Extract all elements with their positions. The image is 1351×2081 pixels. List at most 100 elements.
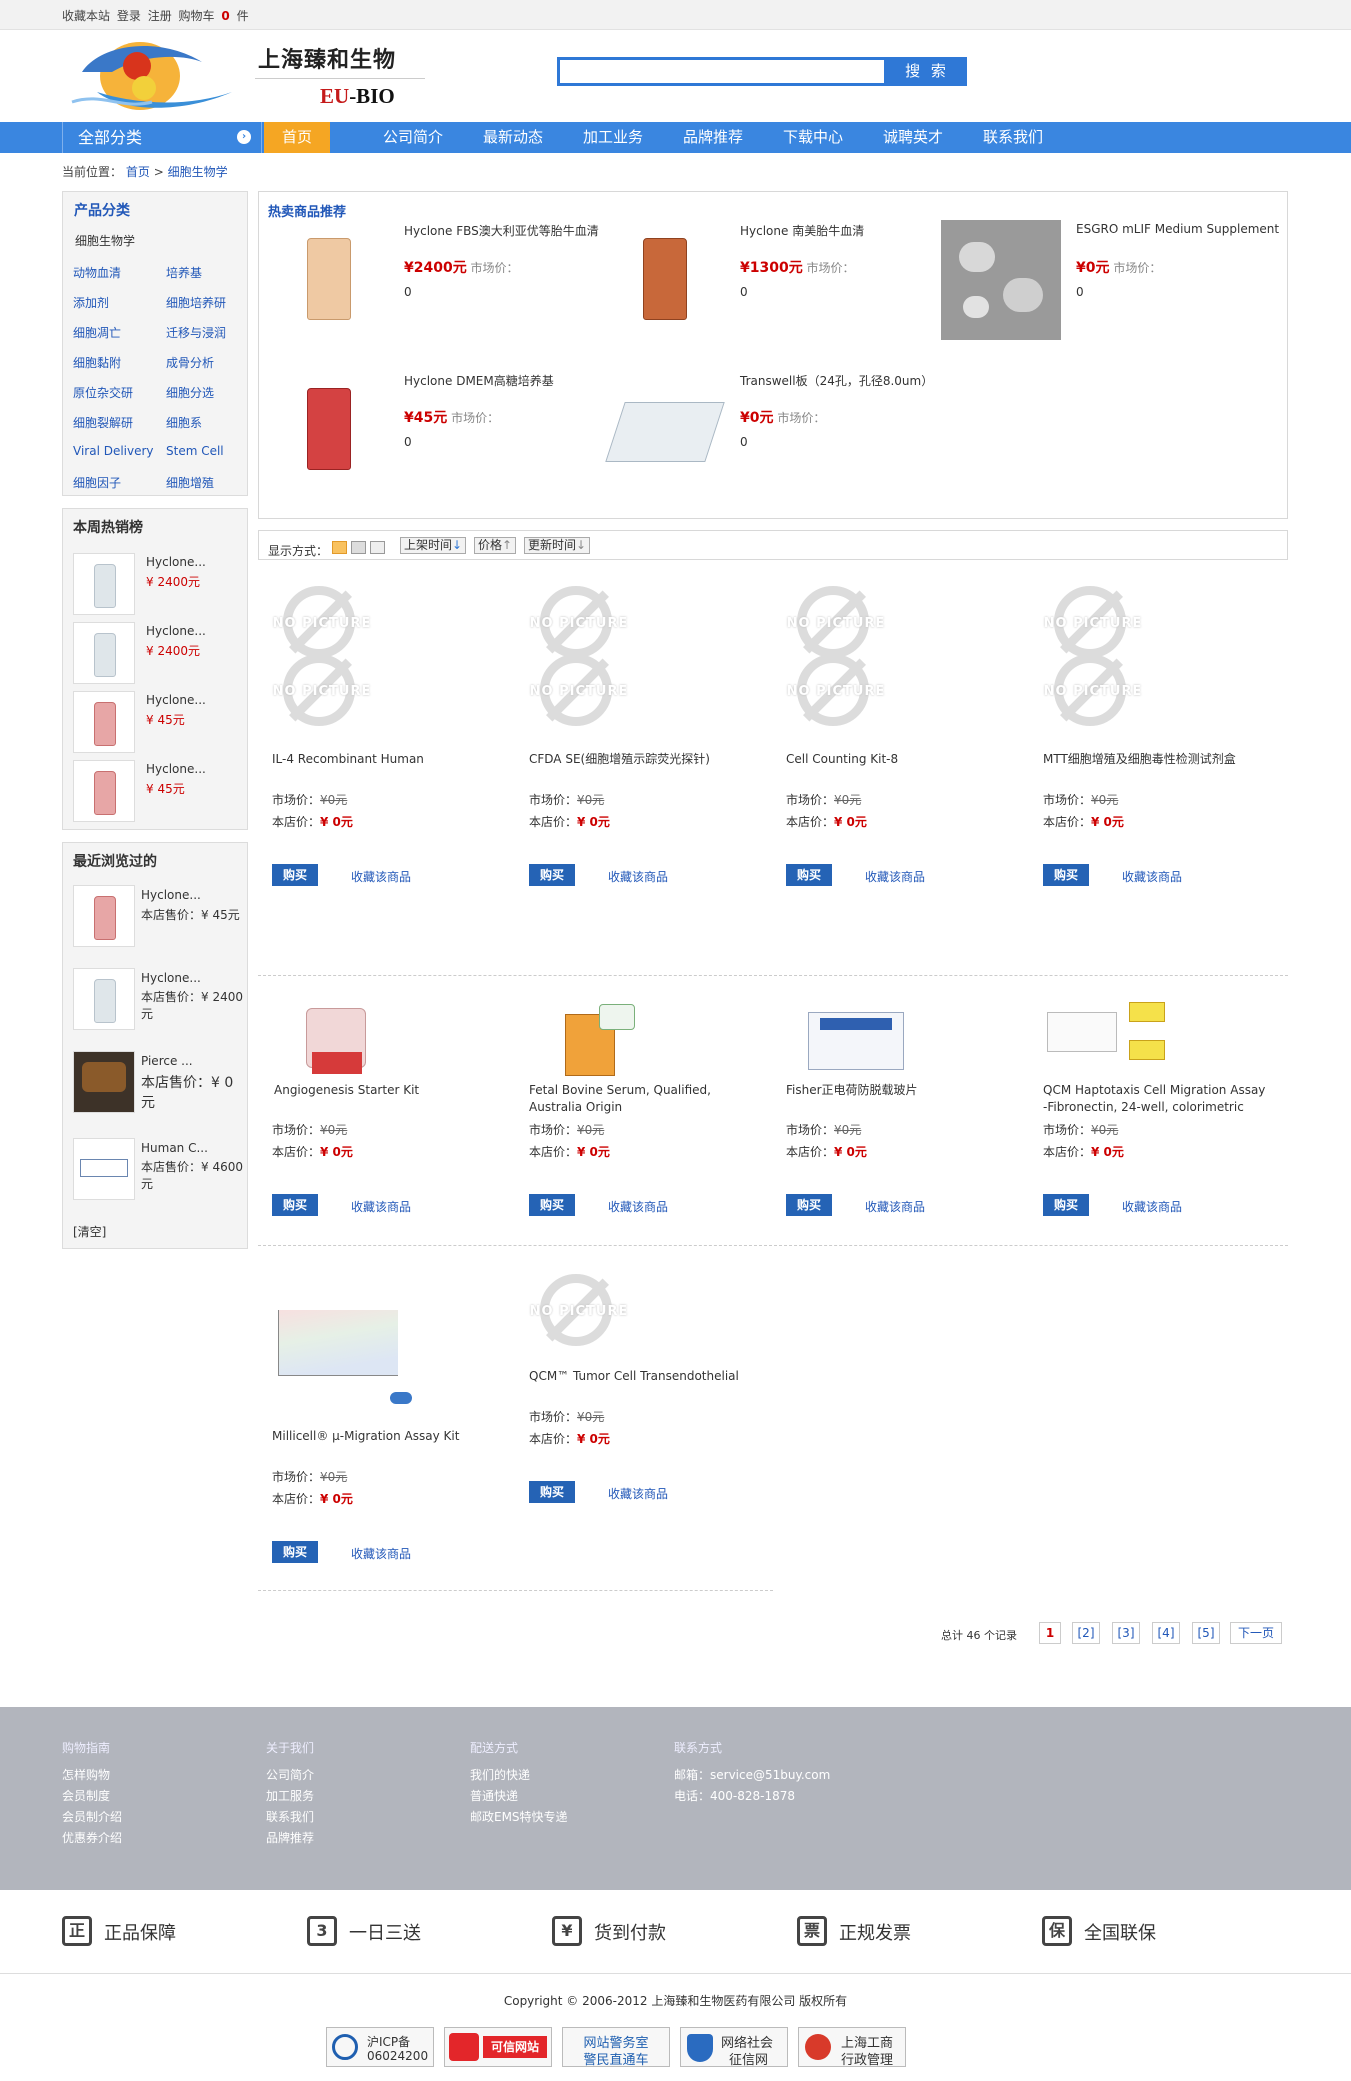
featured-name[interactable]: Hyclone DMEM高糖培养基 [404,372,554,389]
featured-thumb[interactable] [273,224,383,334]
product-name[interactable]: Fisher正电荷防脱载玻片 [786,1082,1001,1099]
category-link[interactable]: 细胞增殖 [166,474,214,491]
login-link[interactable]: 登录 [117,9,141,23]
featured-name[interactable]: ESGRO mLIF Medium Supplement [1076,222,1279,236]
product-name[interactable]: IL-4 Recombinant Human [272,751,487,768]
search-button[interactable]: 搜 索 [887,57,967,86]
featured-thumb[interactable] [273,374,383,484]
recent-item-name[interactable]: Hyclone... [141,888,201,902]
no-picture-icon[interactable]: NO PICTURE [787,654,884,734]
pager-page[interactable]: [5] [1192,1622,1220,1644]
nav-item-about[interactable]: 公司简介 [370,122,456,153]
footer-link[interactable]: 会员制介绍 [62,1808,122,1825]
pager-page[interactable]: [4] [1152,1622,1180,1644]
text-view-icon[interactable] [370,541,385,554]
favorite-link[interactable]: 收藏该商品 [1122,1198,1182,1215]
footer-link[interactable]: 加工服务 [266,1787,314,1804]
hot-item-thumb[interactable] [73,760,135,822]
breadcrumb-current[interactable]: 细胞生物学 [168,165,228,179]
hot-item-name[interactable]: Hyclone... [146,555,206,569]
product-name[interactable]: CFDA SE(细胞增殖示踪荧光探针) [529,751,744,768]
breadcrumb-home[interactable]: 首页 [126,165,150,179]
pager-next[interactable]: 下一页 [1230,1622,1282,1644]
cart-link[interactable]: 购物车 [179,9,215,23]
favorite-link[interactable]: 收藏该商品 [865,868,925,885]
category-link[interactable]: 细胞分选 [166,384,214,401]
category-link[interactable]: 迁移与浸润 [166,324,226,341]
footer-link[interactable]: 我们的快递 [470,1766,530,1783]
grid-view-icon[interactable] [351,541,366,554]
featured-name[interactable]: Hyclone 南美胎牛血清 [740,222,864,239]
product-name[interactable]: Angiogenesis Starter Kit [274,1082,489,1099]
footer-link[interactable]: 会员制度 [62,1787,110,1804]
category-link[interactable]: 动物血清 [73,264,121,281]
no-picture-icon[interactable]: NO PICTURE [530,1274,627,1354]
category-link[interactable]: 细胞培养研 [166,294,226,311]
category-link[interactable]: 培养基 [166,264,202,281]
footer-link[interactable]: 公司简介 [266,1766,314,1783]
nav-item-news[interactable]: 最新动态 [470,122,556,153]
all-categories-menu[interactable]: 全部分类 › [62,122,262,153]
logo[interactable] [62,32,247,120]
recent-item-thumb[interactable] [73,885,135,947]
sort-by-date[interactable]: 上架时间↓ [400,537,467,554]
recent-item-name[interactable]: Hyclone... [141,971,201,985]
nav-item-home[interactable]: 首页 [264,122,330,153]
pager-page-current[interactable]: 1 [1039,1622,1061,1644]
buy-button[interactable]: 购买 [272,864,318,886]
clear-history-link[interactable]: [清空] [73,1223,106,1240]
favorite-link[interactable]: 收藏该商品 [608,1485,668,1502]
buy-button[interactable]: 购买 [272,1541,318,1563]
featured-thumb[interactable] [605,374,725,484]
nav-item-download[interactable]: 下载中心 [770,122,856,153]
nav-item-contact[interactable]: 联系我们 [970,122,1056,153]
icp-badge[interactable]: 沪ICP备 06024200 [326,2027,434,2067]
list-view-icon[interactable] [332,541,347,554]
nav-item-processing[interactable]: 加工业务 [570,122,656,153]
buy-button[interactable]: 购买 [272,1194,318,1216]
footer-link[interactable]: 怎样购物 [62,1766,110,1783]
hot-item-thumb[interactable] [73,622,135,684]
category-link[interactable]: 细胞黏附 [73,354,121,371]
hot-item-name[interactable]: Hyclone... [146,624,206,638]
pager-page[interactable]: [2] [1072,1622,1100,1644]
hot-item-thumb[interactable] [73,691,135,753]
pager-page[interactable]: [3] [1112,1622,1140,1644]
product-image[interactable] [1043,994,1183,1080]
register-link[interactable]: 注册 [148,9,172,23]
featured-thumb[interactable] [609,224,719,334]
product-name[interactable]: MTT细胞增殖及细胞毒性检测试剂盒 [1043,751,1258,768]
footer-link[interactable]: 优惠券介绍 [62,1829,122,1846]
product-image[interactable] [790,994,920,1080]
favorite-link[interactable]: 收藏该商品 [608,868,668,885]
recent-item-thumb[interactable] [73,1051,135,1113]
footer-link[interactable]: 普通快递 [470,1787,518,1804]
product-name[interactable]: Millicell® μ-Migration Assay Kit [272,1428,487,1445]
product-image[interactable] [529,994,689,1080]
favorite-link[interactable]: 收藏该商品 [351,1545,411,1562]
favorite-link[interactable]: 收藏该商品 [1122,868,1182,885]
category-link[interactable]: 细胞因子 [73,474,121,491]
category-root[interactable]: 细胞生物学 [75,232,135,249]
recent-item-thumb[interactable] [73,968,135,1030]
no-picture-icon[interactable]: NO PICTURE [530,654,627,734]
featured-name[interactable]: Transwell板（24孔，孔径8.0um） [740,372,933,389]
product-name[interactable]: QCM™ Tumor Cell Transendothelial [529,1368,754,1385]
recent-item-name[interactable]: Pierce ... [141,1054,193,1068]
category-link[interactable]: Stem Cell [166,444,224,458]
nav-item-careers[interactable]: 诚聘英才 [870,122,956,153]
trusted-site-badge[interactable]: 可信网站 [444,2027,552,2067]
buy-button[interactable]: 购买 [529,864,575,886]
aic-badge[interactable]: 上海工商 行政管理 [798,2027,906,2068]
recent-item-thumb[interactable] [73,1138,135,1200]
category-link[interactable]: 细胞凋亡 [73,324,121,341]
footer-link[interactable]: 联系我们 [266,1808,314,1825]
buy-button[interactable]: 购买 [786,1194,832,1216]
sort-by-price[interactable]: 价格↑ [474,537,517,554]
buy-button[interactable]: 购买 [1043,864,1089,886]
featured-thumb[interactable] [941,220,1061,340]
recent-item-name[interactable]: Human C... [141,1141,208,1155]
favorite-link[interactable]: 收藏该商品 [351,868,411,885]
category-link[interactable]: 细胞系 [166,414,202,431]
category-link[interactable]: Viral Delivery [73,444,154,458]
